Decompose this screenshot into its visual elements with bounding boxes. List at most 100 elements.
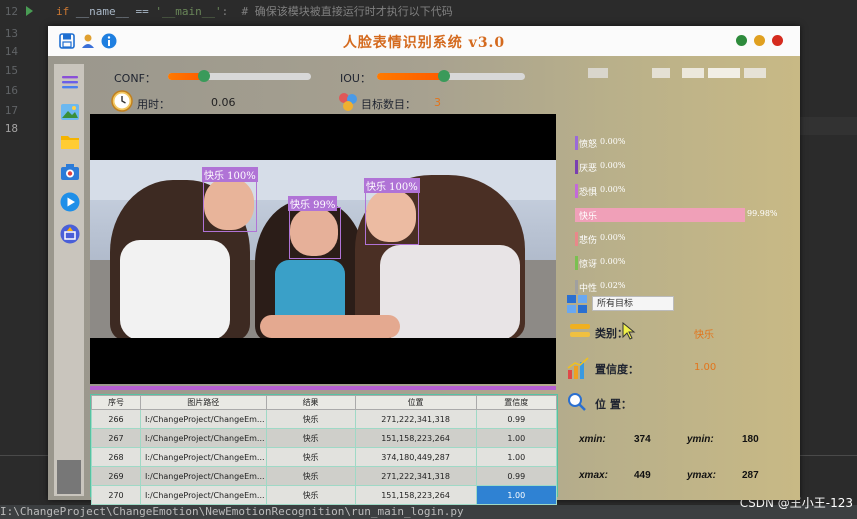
xmax-label: xmax: xyxy=(579,470,608,481)
table-cell-pos[interactable]: 151,158,223,264 xyxy=(354,428,477,448)
emotion-bar xyxy=(575,280,578,294)
table-cell-pos[interactable]: 151,158,223,264 xyxy=(354,485,477,505)
table-row[interactable]: 266 I:/ChangeProject/ChangeEm... 快乐 271,222… xyxy=(91,409,558,429)
target-count-icon xyxy=(339,93,357,111)
location-search-icon xyxy=(568,393,586,411)
table-cell-id[interactable]: 268 xyxy=(91,447,141,467)
table-cell-result[interactable]: 快乐 xyxy=(265,409,356,429)
line-number: 15 xyxy=(4,64,18,77)
xmax-value: 449 xyxy=(634,470,651,481)
line-number: 16 xyxy=(4,84,18,97)
emotion-bar xyxy=(575,184,578,198)
emotion-bar xyxy=(575,232,578,246)
table-cell-conf[interactable]: 1.00 xyxy=(475,447,558,467)
sidebar-scrollbar[interactable] xyxy=(57,460,81,494)
play-icon[interactable] xyxy=(60,192,80,212)
table-cell-id[interactable]: 266 xyxy=(91,409,141,429)
xmin-label: xmin: xyxy=(579,434,606,445)
target-select[interactable]: 所有目标 xyxy=(592,296,674,311)
emotion-name: 厌恶 xyxy=(579,164,598,174)
iou-slider-fill xyxy=(377,73,444,80)
line-number: 17 xyxy=(4,104,18,117)
table-cell-id[interactable]: 270 xyxy=(91,485,141,505)
table-cell-result[interactable]: 快乐 xyxy=(265,466,356,486)
table-cell-pos[interactable]: 271,222,341,318 xyxy=(354,409,477,429)
emotion-value: 0.00% xyxy=(600,185,626,194)
app-title: 人脸表情识别系统 v3.0 xyxy=(342,35,506,51)
ymax-value: 287 xyxy=(742,470,759,481)
emotion-bar-row: 快乐 99.98% xyxy=(575,208,790,222)
result-photo: 快乐 100% 快乐 99% 快乐 100% xyxy=(90,160,556,338)
maximize-button[interactable] xyxy=(754,35,765,46)
run-path-bar: I:\ChangeProject\ChangeEmotion\NewEmotio… xyxy=(0,505,857,519)
detection-image-view: 快乐 100% 快乐 99% 快乐 100% xyxy=(90,114,556,384)
line-number: 14 xyxy=(4,45,18,58)
detection-label: 快乐 100% xyxy=(364,178,420,193)
emotion-bar-row: 愤怒 0.00% xyxy=(575,136,790,150)
table-row[interactable]: 268 I:/ChangeProject/ChangeEm... 快乐 374,180… xyxy=(91,447,558,467)
minimize-button[interactable] xyxy=(736,35,747,46)
table-cell-conf[interactable]: 0.99 xyxy=(475,409,558,429)
line-number: 12 xyxy=(4,5,18,18)
column-header[interactable]: 位置 xyxy=(354,395,477,410)
table-cell-path[interactable]: I:/ChangeProject/ChangeEm... xyxy=(140,485,267,505)
table-cell-conf[interactable]: 1.00 xyxy=(475,428,558,448)
code-line: 12 if __name__ == '__main__': # 确保该模块被直接… xyxy=(0,0,857,24)
table-cell-result[interactable]: 快乐 xyxy=(265,428,356,448)
table-cell-pos[interactable]: 271,222,341,318 xyxy=(354,466,477,486)
table-cell-path[interactable]: I:/ChangeProject/ChangeEm... xyxy=(140,466,267,486)
column-header[interactable]: 序号 xyxy=(91,395,141,410)
emotion-bar-row: 厌恶 0.00% xyxy=(575,160,790,174)
emotion-bar xyxy=(575,256,578,270)
emotion-bar-row: 恐惧 0.00% xyxy=(575,184,790,198)
camera-icon[interactable] xyxy=(60,162,80,182)
close-button[interactable] xyxy=(772,35,783,46)
menu-icon[interactable] xyxy=(60,72,80,92)
table-cell-result[interactable]: 快乐 xyxy=(265,447,356,467)
detection-box[interactable] xyxy=(365,189,419,245)
table-cell-id[interactable]: 267 xyxy=(91,428,141,448)
table-cell-path[interactable]: I:/ChangeProject/ChangeEm... xyxy=(140,447,267,467)
table-cell-pos[interactable]: 374,180,449,287 xyxy=(354,447,477,467)
detection-box[interactable] xyxy=(203,177,257,232)
table-row[interactable]: 269 I:/ChangeProject/ChangeEm... 快乐 271,222… xyxy=(91,466,558,486)
column-header[interactable]: 图片路径 xyxy=(140,395,267,410)
emotion-value: 0.00% xyxy=(600,257,626,266)
emotion-name: 悲伤 xyxy=(579,236,598,246)
emotion-value: 0.00% xyxy=(600,161,626,170)
column-header[interactable]: 结果 xyxy=(265,395,356,410)
emotion-bar xyxy=(575,136,578,150)
image-icon[interactable] xyxy=(60,102,80,122)
table-row[interactable]: 270 I:/ChangeProject/ChangeEm... 快乐 151,158… xyxy=(91,485,558,505)
detection-box[interactable] xyxy=(289,207,341,259)
target-select-icon xyxy=(567,295,587,313)
table-cell-conf[interactable]: 0.99 xyxy=(475,466,558,486)
table-cell-result[interactable]: 快乐 xyxy=(265,485,356,505)
export-icon[interactable] xyxy=(60,224,80,244)
table-cell-path[interactable]: I:/ChangeProject/ChangeEm... xyxy=(140,428,267,448)
code-text: if __name__ == '__main__': # 确保该模块被直接运行时… xyxy=(56,5,453,18)
emotion-name: 快乐 xyxy=(579,212,598,222)
table-cell-path[interactable]: I:/ChangeProject/ChangeEm... xyxy=(140,409,267,429)
iou-slider-handle[interactable] xyxy=(438,70,450,82)
emotion-value: 99.98% xyxy=(747,209,778,218)
column-header[interactable]: 置信度 xyxy=(475,395,558,410)
table-cell-conf[interactable]: 1.00 xyxy=(475,485,558,505)
iou-slider[interactable] xyxy=(377,70,525,82)
confidence-label: 置信度： xyxy=(595,363,639,376)
time-label: 用时： xyxy=(137,98,170,111)
conf-slider[interactable] xyxy=(168,70,311,82)
emotion-value: 0.00% xyxy=(600,137,626,146)
detection-label: 快乐 100% xyxy=(202,167,258,182)
folder-icon[interactable] xyxy=(60,132,80,152)
count-label: 目标数目： xyxy=(361,98,416,111)
conf-slider-handle[interactable] xyxy=(198,70,210,82)
table-row[interactable]: 267 I:/ChangeProject/ChangeEm... 快乐 151,158… xyxy=(91,428,558,448)
run-arrow-icon[interactable] xyxy=(26,6,33,16)
results-table: 序号 图片路径 结果 位置 置信度 266 I:/ChangeProject/Ch… xyxy=(90,394,558,505)
table-cell-id[interactable]: 269 xyxy=(91,466,141,486)
time-value: 0.06 xyxy=(211,96,236,109)
title-bar: 人脸表情识别系统 v3.0 xyxy=(48,26,800,56)
xmin-value: 374 xyxy=(634,434,651,445)
emotion-value: 0.02% xyxy=(600,281,626,290)
